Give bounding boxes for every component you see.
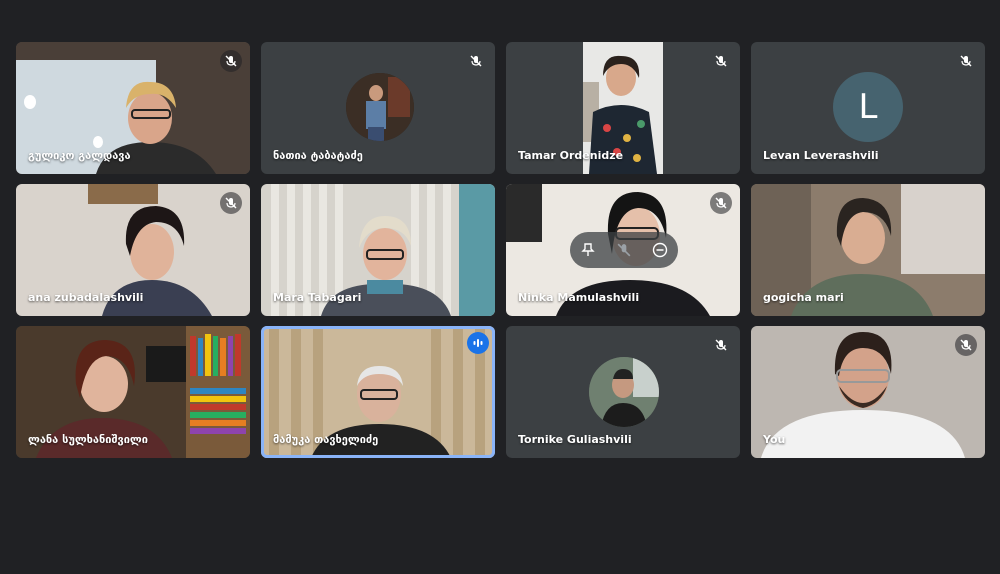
remove-participant-icon[interactable]	[648, 238, 672, 262]
mic-off-icon	[955, 334, 977, 356]
mic-off-icon	[955, 50, 977, 72]
participant-tile-self[interactable]: You	[751, 326, 985, 458]
avatar	[589, 357, 659, 427]
participant-name: ნათია ტაბატაძე	[273, 149, 363, 162]
participant-tile[interactable]: ნათია ტაბატაძე	[261, 42, 495, 174]
participant-name: გულიკო გალდავა	[28, 149, 131, 162]
participant-tile[interactable]: ana zubadalashvili	[16, 184, 250, 316]
mic-off-icon	[220, 50, 242, 72]
participant-name: Levan Leverashvili	[763, 149, 879, 162]
mic-off-icon	[710, 192, 732, 214]
participant-tile[interactable]: gogicha mari	[751, 184, 985, 316]
tile-hover-controls	[570, 232, 678, 268]
participant-tile[interactable]: ლანა სულხანიშვილი	[16, 326, 250, 458]
mic-off-icon	[465, 50, 487, 72]
mic-off-icon	[220, 192, 242, 214]
participant-name: ლანა სულხანიშვილი	[28, 433, 148, 446]
participant-name: Ninka Mamulashvili	[518, 291, 640, 304]
avatar	[346, 73, 414, 141]
mic-off-icon	[710, 334, 732, 356]
participant-tile[interactable]: L Levan Leverashvili	[751, 42, 985, 174]
participant-name: Mara Tabagari	[273, 291, 362, 304]
participant-grid: გულიკო გალდავა ნათია ტაბატაძე Tamar Orde…	[16, 42, 986, 458]
participant-name: მამუკა თავხელიძე	[273, 433, 379, 446]
participant-tile[interactable]: Tamar Ordenidze	[506, 42, 740, 174]
pin-icon[interactable]	[576, 238, 600, 262]
mute-participant-icon[interactable]	[612, 238, 636, 262]
participant-name: gogicha mari	[763, 291, 844, 304]
participant-tile[interactable]: Tornike Guliashvili	[506, 326, 740, 458]
participant-name: You	[763, 433, 786, 446]
participant-tile-speaking[interactable]: მამუკა თავხელიძე	[261, 326, 495, 458]
participant-name: Tamar Ordenidze	[518, 149, 624, 162]
speaking-indicator-icon	[467, 332, 489, 354]
video-feed	[751, 326, 985, 458]
participant-tile[interactable]: Mara Tabagari	[261, 184, 495, 316]
avatar: L	[833, 72, 903, 142]
participant-tile[interactable]: გულიკო გალდავა	[16, 42, 250, 174]
participant-name: ana zubadalashvili	[28, 291, 144, 304]
mic-off-icon	[710, 50, 732, 72]
participant-tile[interactable]: Ninka Mamulashvili	[506, 184, 740, 316]
participant-name: Tornike Guliashvili	[518, 433, 632, 446]
